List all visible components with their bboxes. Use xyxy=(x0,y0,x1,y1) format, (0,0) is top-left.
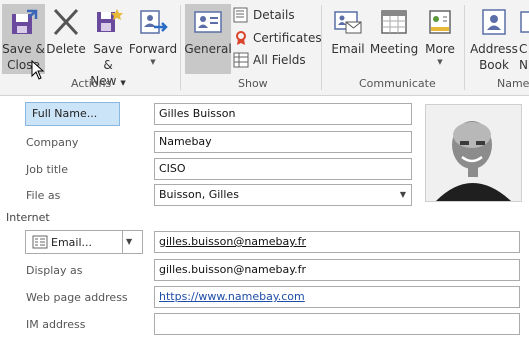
save-new-dropdown-icon: ▼ xyxy=(120,79,126,87)
address-book-icon xyxy=(479,7,509,37)
forward-icon xyxy=(138,7,168,37)
details-icon xyxy=(233,7,249,23)
more-button[interactable]: More ▼ xyxy=(422,4,458,74)
full-name-input[interactable]: Gilles Buisson xyxy=(154,103,412,125)
im-address-input[interactable] xyxy=(154,313,520,335)
save-new-button[interactable]: Save & New ▼ xyxy=(87,4,129,88)
forward-label: Forward xyxy=(128,42,178,56)
check-names-label-2: N xyxy=(519,58,528,72)
save-close-icon xyxy=(9,7,39,37)
email-contact-icon xyxy=(333,7,363,37)
certificates-button[interactable]: Certificates xyxy=(233,28,322,48)
file-as-value: Buisson, Gilles xyxy=(159,188,239,201)
email-button[interactable]: Email xyxy=(328,4,368,74)
calendar-icon xyxy=(379,7,409,37)
more-dropdown-icon: ▼ xyxy=(437,58,443,66)
all-fields-button[interactable]: All Fields xyxy=(233,50,306,70)
web-page-label: Web page address xyxy=(26,291,128,304)
display-as-input[interactable]: gilles.buisson@namebay.fr xyxy=(154,259,520,281)
communicate-group-label: Communicate xyxy=(359,77,436,90)
show-group-label: Show xyxy=(238,77,268,90)
actions-group-label: Actions xyxy=(71,77,112,90)
im-address-label: IM address xyxy=(26,318,86,331)
company-label: Company xyxy=(26,136,79,149)
more-label: More xyxy=(425,42,455,56)
company-input[interactable]: Namebay xyxy=(154,131,412,153)
address-book-button[interactable]: Address Book xyxy=(469,4,519,74)
ribbon-separator xyxy=(321,5,322,90)
check-names-icon xyxy=(519,7,529,37)
address-book-label-2: Book xyxy=(479,58,509,72)
chevron-down-icon: ▼ xyxy=(399,190,407,199)
check-names-button[interactable]: C N xyxy=(519,4,529,74)
general-icon xyxy=(193,7,223,37)
save-new-icon xyxy=(93,7,123,37)
file-as-select[interactable]: Buisson, Gilles ▼ xyxy=(154,184,412,206)
ribbon: Save & Close Delete Save & New ▼ Forward… xyxy=(0,0,529,96)
check-names-label-1: C xyxy=(519,42,528,56)
display-as-label: Display as xyxy=(26,264,83,277)
email-dropdown-button[interactable]: Email... ▼ xyxy=(25,230,143,254)
web-page-input[interactable]: https://www.namebay.com xyxy=(154,286,520,308)
save-new-label-1: Save & xyxy=(93,42,123,72)
job-title-input[interactable]: CISO xyxy=(154,158,412,180)
certificates-label: Certificates xyxy=(253,31,322,45)
all-fields-icon xyxy=(233,52,249,68)
forward-dropdown-icon: ▼ xyxy=(150,58,156,66)
contact-photo[interactable] xyxy=(425,104,522,202)
certificate-icon xyxy=(233,30,249,46)
email-label: Email xyxy=(331,42,365,56)
forward-button[interactable]: Forward ▼ xyxy=(128,4,178,74)
job-title-label: Job title xyxy=(26,163,68,176)
more-icon xyxy=(425,7,455,37)
delete-icon xyxy=(51,7,81,37)
save-close-label-1: Save & xyxy=(2,42,45,56)
meeting-label: Meeting xyxy=(369,42,419,56)
internet-heading: Internet xyxy=(6,211,50,224)
email-input[interactable]: gilles.buisson@namebay.fr xyxy=(154,231,520,253)
details-label: Details xyxy=(253,8,295,22)
general-button[interactable]: General xyxy=(184,4,232,74)
ribbon-separator xyxy=(464,5,465,90)
full-name-button[interactable]: Full Name... xyxy=(25,102,120,126)
email-address-icon xyxy=(32,235,48,252)
delete-button[interactable]: Delete xyxy=(46,4,86,74)
names-group-label: Names xyxy=(497,77,529,90)
file-as-label: File as xyxy=(26,189,61,202)
details-button[interactable]: Details xyxy=(233,5,295,25)
address-book-label-1: Address xyxy=(470,42,518,56)
email-button-label: Email... xyxy=(51,236,93,249)
general-label: General xyxy=(184,42,232,56)
ribbon-separator xyxy=(180,5,181,90)
meeting-button[interactable]: Meeting xyxy=(370,4,418,74)
email-button-divider xyxy=(122,231,123,253)
chevron-down-icon[interactable]: ▼ xyxy=(126,237,132,246)
mouse-cursor-icon xyxy=(31,60,45,80)
contact-photo-image xyxy=(426,105,521,201)
all-fields-label: All Fields xyxy=(253,53,306,67)
delete-label: Delete xyxy=(46,42,86,56)
